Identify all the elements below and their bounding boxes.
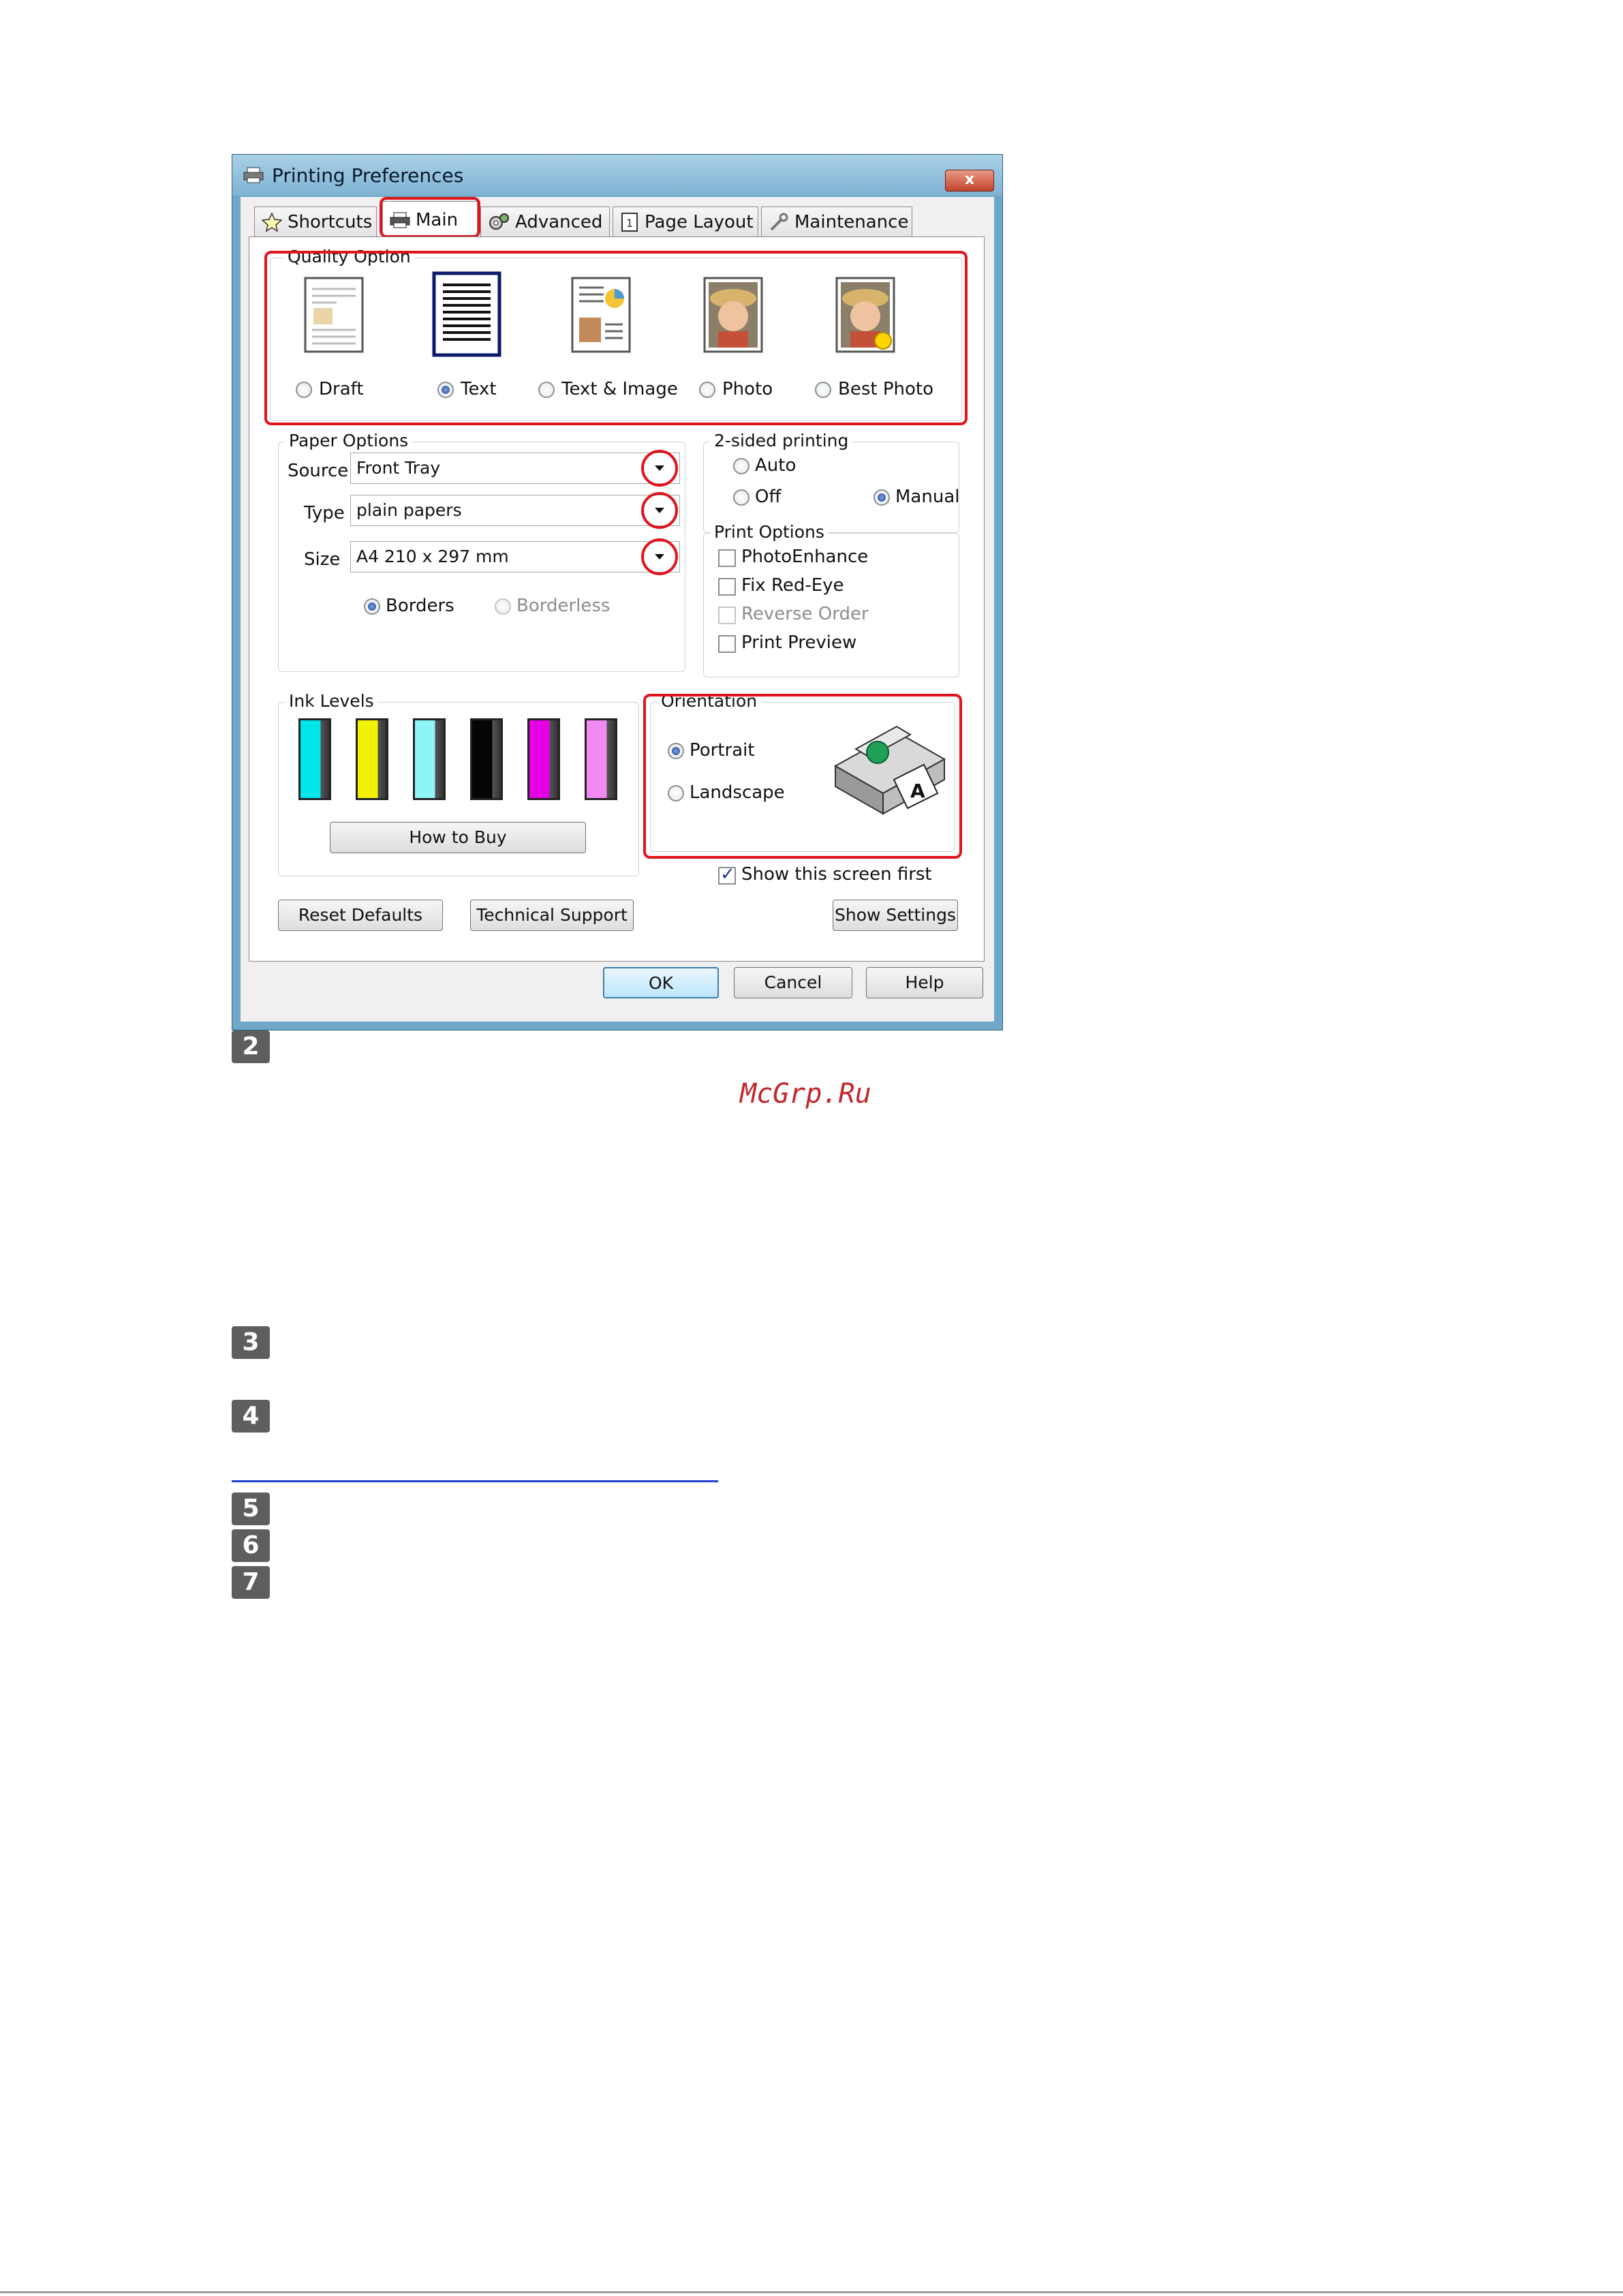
step-badge-4: 4	[232, 1400, 270, 1433]
link-underline[interactable]	[232, 1480, 718, 1482]
orientation-highlight	[643, 694, 962, 859]
size-label: Size	[304, 549, 341, 570]
two-sided-title: 2-sided printing	[710, 431, 853, 450]
borderless-label: Borderless	[516, 596, 610, 616]
two-sided-auto-radio[interactable]	[733, 458, 749, 474]
step-badge-2: 2	[232, 1030, 270, 1063]
ink-levels-title: Ink Levels	[285, 691, 378, 711]
printer-icon	[243, 167, 264, 183]
step-badge-6: 6	[232, 1529, 270, 1562]
size-select[interactable]: A4 210 x 297 mm	[350, 541, 680, 572]
source-dropdown-highlight	[641, 450, 678, 487]
tab-advanced[interactable]: Advanced	[480, 206, 610, 236]
fix-red-eye-checkbox[interactable]	[718, 578, 736, 596]
printing-preferences-dialog: Printing Preferences x Shortcuts Main Ad…	[232, 154, 1003, 1030]
print-options-title: Print Options	[710, 522, 829, 542]
svg-text:1: 1	[626, 217, 633, 230]
print-preview-label: Print Preview	[741, 632, 857, 653]
star-icon	[262, 211, 282, 232]
tab-label: Advanced	[515, 211, 603, 232]
tab-page-layout[interactable]: 1 Page Layout	[613, 206, 758, 236]
borderless-radio	[495, 598, 511, 615]
borders-label: Borders	[386, 596, 454, 616]
quality-option-highlight	[264, 251, 968, 425]
show-screen-first-label: Show this screen first	[741, 864, 932, 885]
help-button[interactable]: Help	[866, 967, 983, 998]
source-label: Source	[288, 461, 349, 481]
ink-cartridge	[585, 718, 617, 800]
reset-defaults-button[interactable]: Reset Defaults	[278, 900, 443, 931]
main-tab-panel: Quality Option Draft Text Text & Image P…	[249, 236, 985, 962]
tab-label: Page Layout	[645, 211, 754, 232]
technical-support-button[interactable]: Technical Support	[470, 900, 634, 931]
window-title: Printing Preferences	[272, 164, 464, 187]
paper-options-title: Paper Options	[285, 431, 413, 450]
ok-button[interactable]: OK	[603, 967, 719, 998]
reverse-order-checkbox	[718, 607, 736, 624]
photoenhance-label: PhotoEnhance	[741, 547, 869, 567]
print-preview-checkbox[interactable]	[718, 635, 736, 653]
watermark-text: McGrp.Ru	[740, 1078, 871, 1109]
page-layout-icon: 1	[621, 212, 638, 232]
two-sided-off-label: Off	[755, 487, 782, 507]
source-select[interactable]: Front Tray	[350, 453, 680, 484]
two-sided-manual-radio[interactable]	[874, 489, 890, 506]
fix-red-eye-label: Fix Red-Eye	[741, 575, 844, 596]
step-badge-3: 3	[232, 1326, 270, 1359]
page-bottom-rule	[0, 2291, 1623, 2293]
cancel-button[interactable]: Cancel	[734, 967, 852, 998]
step-badge-7: 7	[232, 1566, 270, 1599]
tab-shortcuts[interactable]: Shortcuts	[254, 206, 377, 236]
ink-cartridge	[527, 718, 560, 800]
ink-cartridge	[413, 718, 446, 800]
title-bar[interactable]: Printing Preferences x	[232, 155, 1002, 196]
ink-cartridge	[356, 718, 388, 800]
main-tab-highlight	[380, 197, 480, 238]
ink-cartridge	[298, 718, 331, 800]
two-sided-manual-label: Manual	[895, 487, 960, 507]
dialog-client: Shortcuts Main Advanced 1 Page Layout Ma…	[241, 197, 994, 1022]
size-dropdown-highlight	[641, 538, 678, 575]
tab-label: Maintenance	[794, 211, 909, 232]
how-to-buy-button[interactable]: How to Buy	[330, 822, 586, 853]
tab-maintenance[interactable]: Maintenance	[761, 206, 912, 236]
show-settings-button[interactable]: Show Settings	[833, 900, 958, 931]
photoenhance-checkbox[interactable]	[718, 549, 736, 567]
type-dropdown-highlight	[641, 492, 678, 529]
borders-radio[interactable]	[364, 598, 380, 615]
gears-icon	[489, 213, 509, 230]
type-select[interactable]: plain papers	[350, 495, 680, 526]
step-badge-5: 5	[232, 1493, 270, 1525]
reverse-order-label: Reverse Order	[741, 604, 869, 624]
ink-cartridge	[470, 718, 503, 800]
tab-label: Shortcuts	[288, 211, 373, 232]
two-sided-off-radio[interactable]	[733, 489, 749, 506]
wrench-icon	[770, 213, 788, 230]
show-screen-first-checkbox[interactable]	[718, 864, 736, 885]
type-label: Type	[304, 503, 345, 523]
close-button[interactable]: x	[945, 170, 994, 192]
two-sided-auto-label: Auto	[755, 455, 797, 476]
